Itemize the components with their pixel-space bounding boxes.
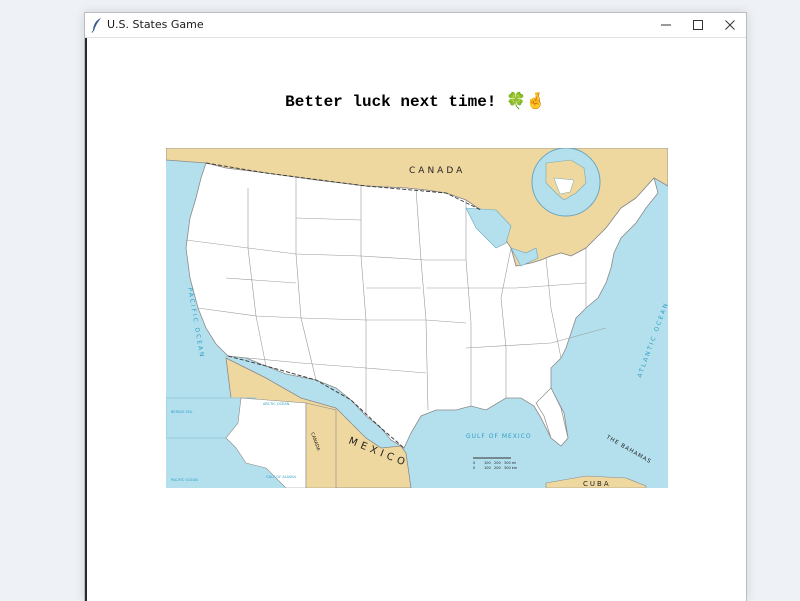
label-arctic: ARCTIC OCEAN (263, 402, 290, 406)
minimize-button[interactable] (650, 13, 682, 37)
scale-tick: 300 km (504, 466, 518, 470)
game-window: U.S. States Game Better luck next time! … (84, 12, 747, 601)
label-inset-pacific: PACIFIC OCEAN (171, 478, 198, 482)
scale-tick: 200 (494, 466, 501, 470)
scale-tick: 300 mi (504, 461, 516, 465)
close-icon (725, 20, 735, 30)
label-canada: CANADA (409, 166, 465, 176)
label-bahamas: THE BAHAMAS (604, 434, 652, 465)
us-map[interactable]: CANADA MEXICO PACIFIC OCEAN ATLANTIC OCE… (166, 148, 668, 488)
scale-tick: 0 (473, 461, 475, 465)
scale-bar: 0 100 200 300 mi 0 100 200 300 km (473, 457, 518, 470)
label-atlantic: ATLANTIC OCEAN (636, 301, 668, 379)
close-button[interactable] (714, 13, 746, 37)
label-cuba: CUBA (583, 480, 611, 488)
label-alaska-gulf: GULF OF ALASKA (266, 475, 297, 479)
maximize-icon (693, 20, 703, 30)
window-left-border (85, 38, 87, 601)
scale-tick: 200 (494, 461, 501, 465)
label-gulf: GULF OF MEXICO (466, 433, 532, 440)
window-title: U.S. States Game (107, 18, 204, 31)
feather-icon (91, 18, 101, 33)
canvas[interactable]: Better luck next time! 🍀🤞 CANADA MEXICO … (85, 38, 746, 601)
game-message: Better luck next time! 🍀🤞 (285, 93, 546, 111)
title-bar[interactable]: U.S. States Game (85, 13, 746, 38)
maximize-button[interactable] (682, 13, 714, 37)
scale-tick: 100 (484, 466, 491, 470)
minimize-icon (661, 24, 671, 26)
scale-tick: 100 (484, 461, 491, 465)
label-bering: BERING SEA (171, 410, 193, 414)
scale-tick: 0 (473, 466, 475, 470)
